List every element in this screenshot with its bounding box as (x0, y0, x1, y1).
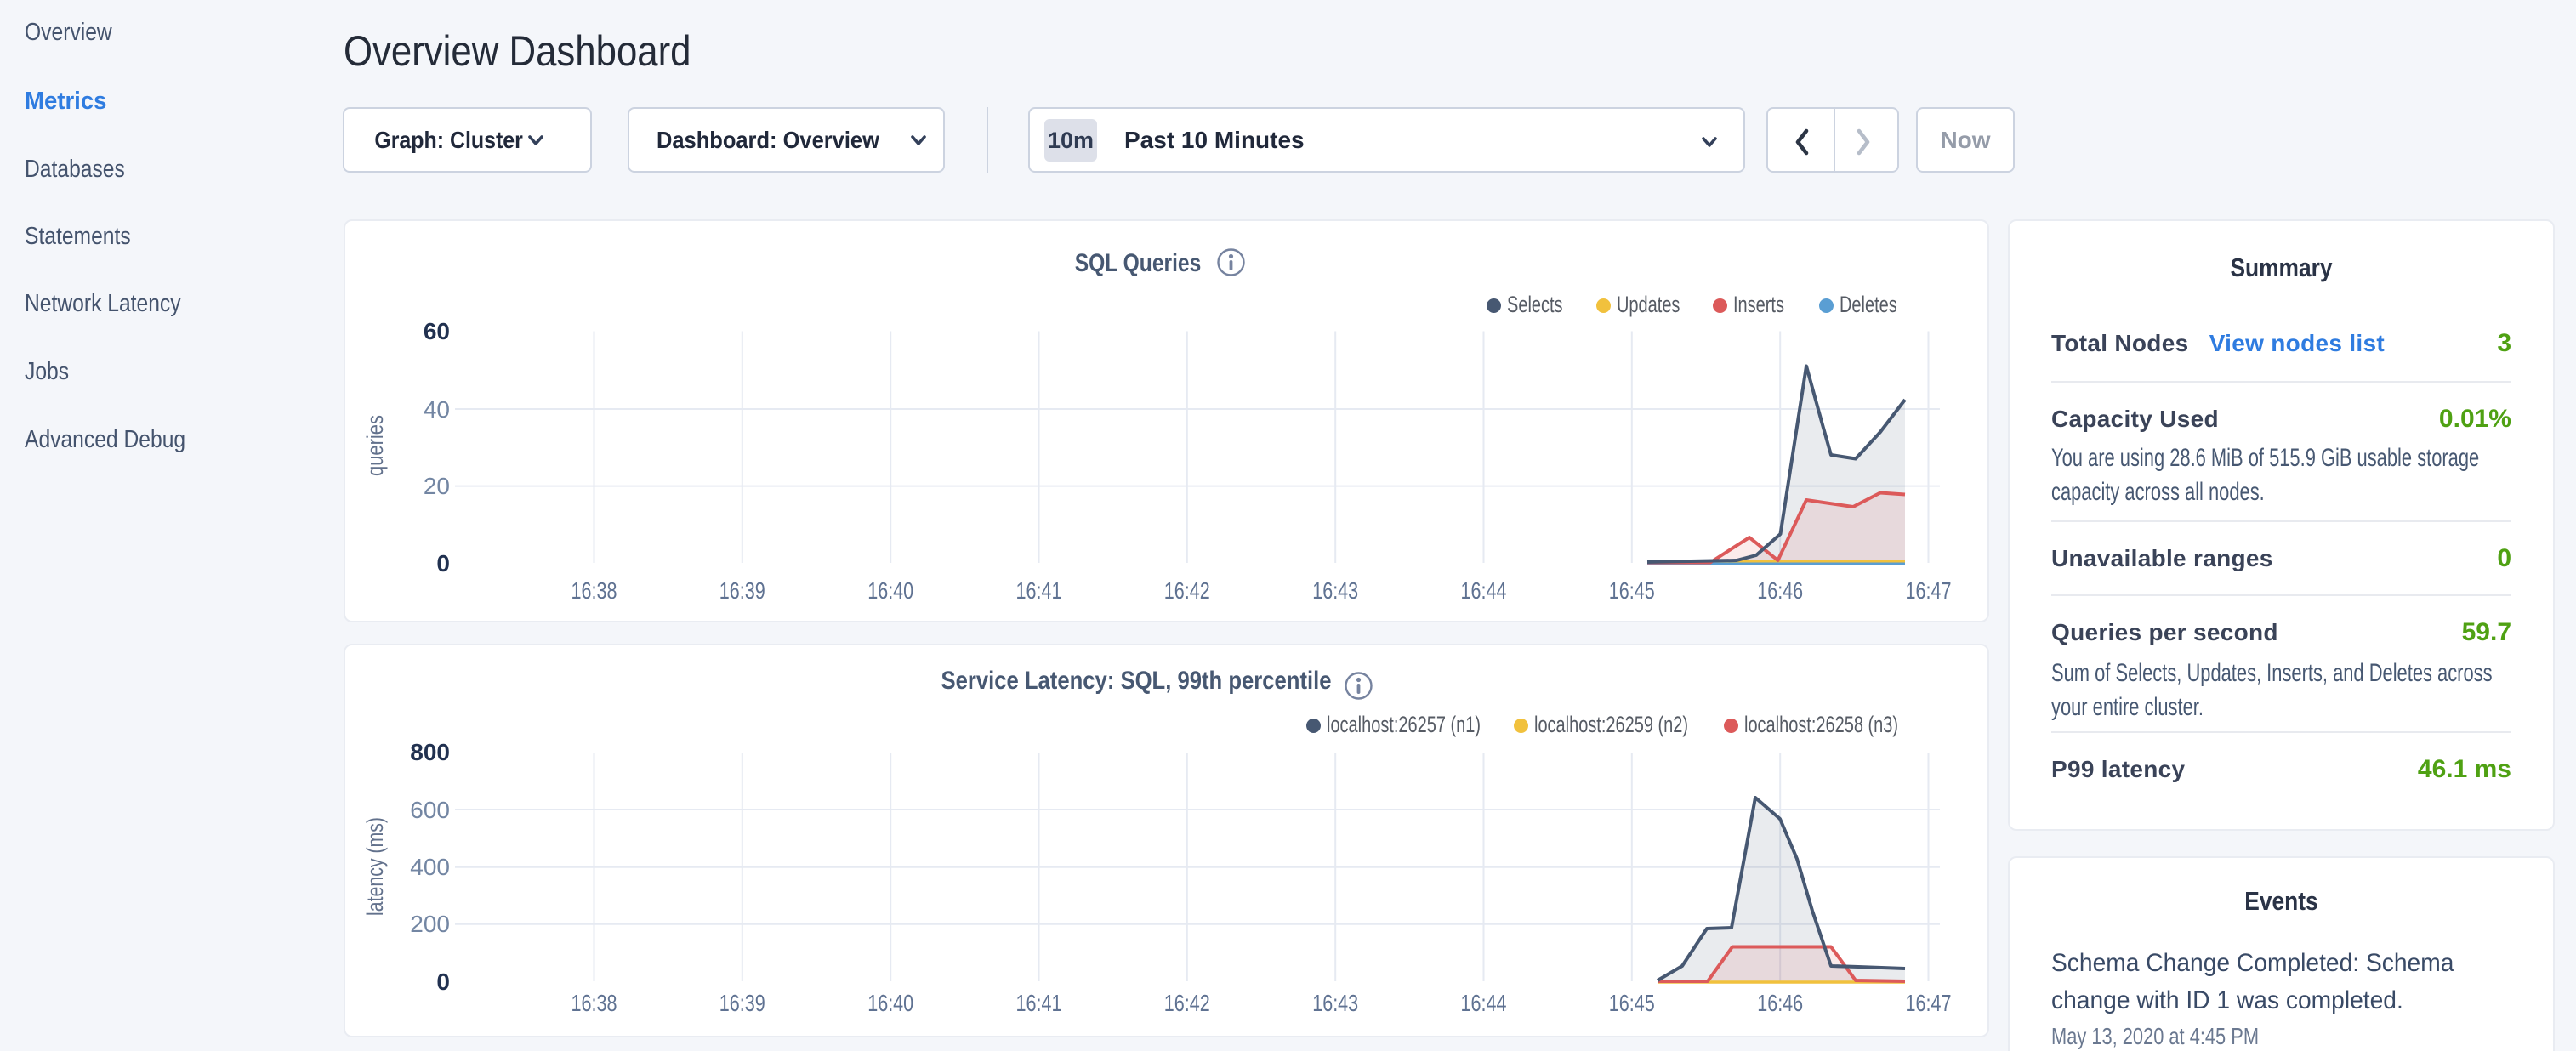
svg-text:16:44: 16:44 (1461, 990, 1507, 1016)
svg-text:latency (ms): latency (ms) (362, 817, 388, 916)
svg-text:16:42: 16:42 (1164, 577, 1210, 604)
svg-text:20: 20 (424, 473, 450, 499)
svg-text:queries: queries (362, 415, 388, 476)
svg-text:16:39: 16:39 (719, 577, 765, 604)
svg-text:600: 600 (410, 797, 450, 823)
svg-text:16:38: 16:38 (571, 577, 617, 604)
svg-text:16:42: 16:42 (1164, 990, 1210, 1016)
svg-text:16:47: 16:47 (1906, 577, 1952, 604)
svg-text:200: 200 (410, 911, 450, 937)
svg-text:16:41: 16:41 (1016, 990, 1062, 1016)
svg-text:16:47: 16:47 (1906, 990, 1952, 1016)
svg-text:16:40: 16:40 (867, 577, 913, 604)
svg-text:16:44: 16:44 (1461, 577, 1507, 604)
svg-text:16:40: 16:40 (867, 990, 913, 1016)
svg-text:40: 40 (424, 396, 450, 423)
svg-text:16:41: 16:41 (1016, 577, 1062, 604)
svg-text:16:43: 16:43 (1312, 577, 1358, 604)
svg-text:60: 60 (424, 318, 450, 344)
svg-text:16:45: 16:45 (1609, 990, 1655, 1016)
svg-text:400: 400 (410, 854, 450, 880)
svg-text:0: 0 (436, 550, 450, 577)
svg-text:16:39: 16:39 (719, 990, 765, 1016)
svg-text:16:46: 16:46 (1757, 990, 1803, 1016)
svg-text:0: 0 (436, 969, 450, 995)
svg-text:800: 800 (410, 739, 450, 765)
svg-text:16:45: 16:45 (1609, 577, 1655, 604)
svg-text:16:46: 16:46 (1757, 577, 1803, 604)
svg-text:16:38: 16:38 (571, 990, 617, 1016)
svg-text:16:43: 16:43 (1312, 990, 1358, 1016)
